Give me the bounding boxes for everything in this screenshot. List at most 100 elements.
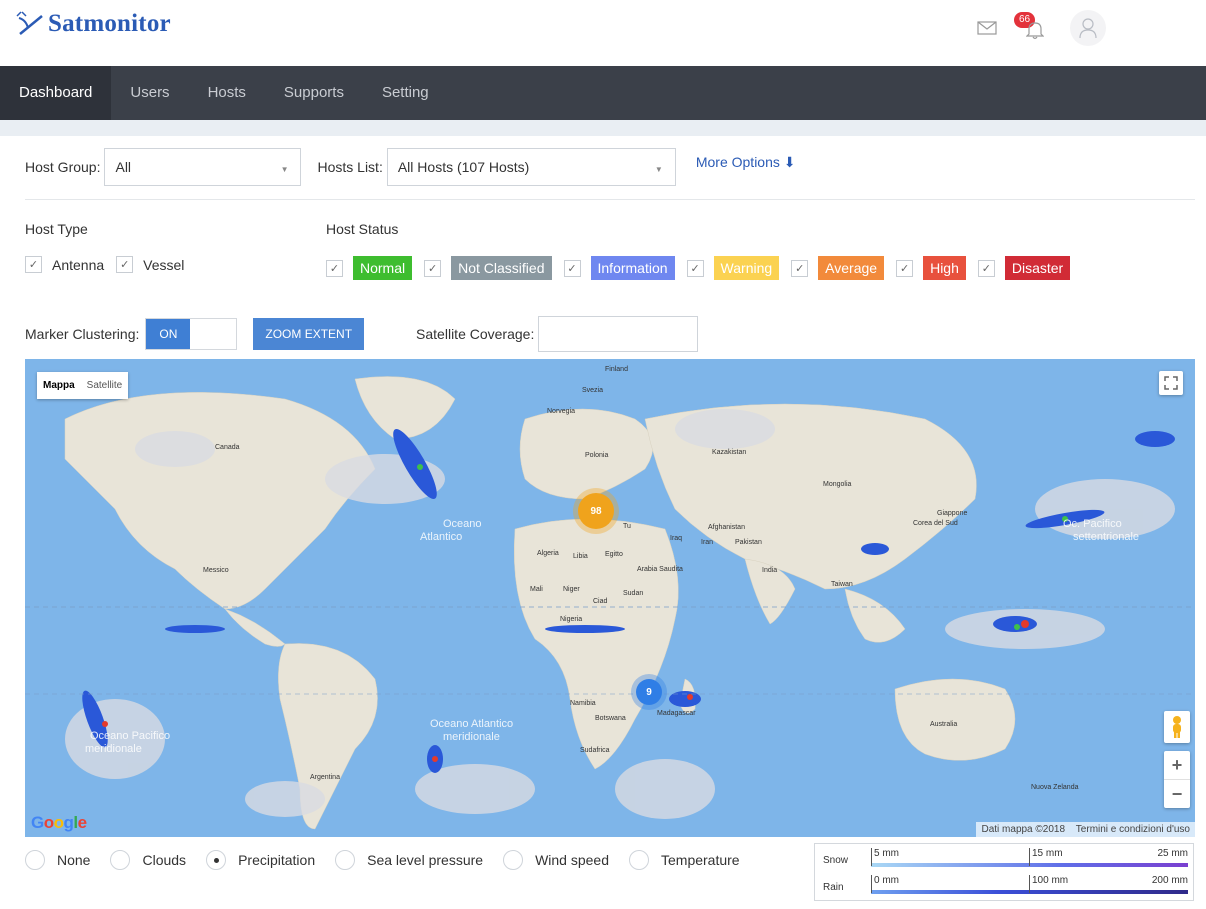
layer-pressure-label: Sea level pressure — [367, 852, 484, 868]
legend-snow-row: Snow 5 mm 15 mm 25 mm — [815, 846, 1195, 874]
layer-precipitation-option[interactable]: Precipitation — [206, 850, 315, 870]
marker-cluster-europe[interactable]: 98 — [578, 493, 614, 529]
hosts-list-select[interactable]: All Hosts (107 Hosts) ▼ — [386, 148, 676, 186]
host-group-label: Host Group: — [25, 159, 101, 175]
legend-rain-label: Rain — [823, 882, 844, 893]
mail-icon[interactable] — [976, 17, 998, 39]
status-badge-warning: Warning — [713, 256, 780, 280]
zoom-out-button[interactable]: − — [1164, 780, 1190, 808]
layer-pressure-option[interactable]: Sea level pressure — [335, 850, 483, 870]
map-label-niger: Niger — [563, 586, 580, 593]
map-data-credit: Dati mappa ©2018 — [981, 824, 1066, 835]
satellite-coverage-label: Satellite Coverage: — [416, 326, 535, 342]
map-label-afghanistan: Afghanistan — [708, 524, 745, 531]
disaster-checkbox[interactable]: ✓ — [977, 259, 995, 277]
vessel-label: Vessel — [143, 256, 185, 273]
map-label-svezia: Svezia — [582, 387, 603, 394]
nav-dashboard[interactable]: Dashboard — [0, 66, 112, 120]
layer-wind-label: Wind speed — [535, 852, 609, 868]
layer-clouds-option[interactable]: Clouds — [110, 850, 186, 870]
map-terms-link[interactable]: Termini e condizioni d'uso — [1076, 824, 1190, 835]
map-label-oceano: Oceano — [443, 518, 482, 530]
map-label-sudan: Sudan — [623, 590, 643, 597]
legend-snow-mid: 15 mm — [1032, 848, 1063, 859]
zoom-in-button[interactable]: + — [1164, 751, 1190, 779]
host-group-select[interactable]: All ▼ — [104, 148, 302, 186]
app-logo[interactable]: Satmonitor — [16, 10, 171, 38]
layer-none-option[interactable]: None — [25, 850, 90, 870]
map-label-pakistan: Pakistan — [735, 539, 762, 546]
street-view-pegman[interactable] — [1164, 711, 1190, 743]
marker-clustering-toggle[interactable]: ON — [145, 318, 238, 350]
layer-wind-option[interactable]: Wind speed — [503, 850, 609, 870]
map-label-pacifico: Oceano Pacifico — [90, 730, 170, 742]
satellite-coverage-input[interactable] — [538, 316, 699, 352]
map-label-meridionale2: meridionale — [443, 731, 500, 743]
zoom-control: + − — [1164, 751, 1190, 808]
zoom-extent-button[interactable]: ZOOM EXTENT — [253, 318, 365, 350]
fullscreen-button[interactable] — [1159, 371, 1183, 395]
legend-snow-max: 25 mm — [1157, 848, 1188, 859]
user-avatar[interactable] — [1070, 10, 1106, 46]
map-label-sudafrica: Sudafrica — [580, 747, 610, 754]
layer-precipitation-radio[interactable] — [206, 850, 227, 870]
layer-none-label: None — [57, 852, 91, 868]
bell-icon — [1026, 22, 1044, 40]
normal-checkbox[interactable]: ✓ — [326, 259, 343, 277]
hosts-list-value: All Hosts (107 Hosts) — [397, 159, 530, 175]
map-label-algeria: Algeria — [537, 550, 559, 557]
satellite-logo-icon — [16, 11, 43, 35]
vessel-checkbox[interactable]: ✓ — [116, 256, 134, 273]
map-label-messico: Messico — [203, 567, 229, 574]
google-logo: Google — [31, 813, 87, 832]
nav-supports[interactable]: Supports — [265, 66, 363, 120]
map-label-canada: Canada — [215, 444, 240, 451]
more-options-link[interactable]: More Options ⬇ — [696, 154, 796, 171]
map-label-ciad: Ciad — [593, 598, 608, 605]
antenna-checkbox[interactable]: ✓ — [25, 256, 42, 273]
legend-snow-label: Snow — [823, 855, 849, 866]
legend-rain-min: 0 mm — [874, 875, 899, 886]
layer-wind-radio[interactable] — [503, 850, 524, 870]
status-badge-normal: Normal — [353, 256, 413, 280]
map-label-namibia: Namibia — [570, 700, 596, 707]
map-controls-row: Marker Clustering: ON ZOOM EXTENT Satell… — [25, 316, 699, 352]
layer-clouds-radio[interactable] — [110, 850, 131, 870]
section-divider — [25, 199, 1195, 200]
map-label-libia: Libia — [573, 553, 588, 560]
not-classified-checkbox[interactable]: ✓ — [424, 259, 442, 277]
marker-cluster-africa[interactable]: 9 — [636, 679, 662, 705]
layer-pressure-radio[interactable] — [335, 850, 356, 870]
notifications-button[interactable]: 66 — [1014, 12, 1048, 44]
app-name: Satmonitor — [48, 10, 171, 37]
layer-temperature-radio[interactable] — [629, 850, 649, 870]
world-map[interactable]: Canada Messico Argentina Finland Svezia … — [25, 359, 1195, 837]
map-label-taiwan: Taiwan — [831, 581, 853, 588]
top-header: Satmonitor 66 — [0, 0, 1206, 66]
nav-hosts[interactable]: Hosts — [189, 66, 265, 120]
high-checkbox[interactable]: ✓ — [896, 259, 914, 277]
nav-users[interactable]: Users — [111, 66, 188, 120]
layer-none-radio[interactable] — [25, 850, 45, 870]
marker-clustering-label: Marker Clustering: — [25, 326, 140, 342]
map-label-atlantico: Atlantico — [420, 531, 462, 543]
map-label-polonia: Polonia — [585, 452, 608, 459]
map-label-india: India — [762, 567, 777, 574]
average-checkbox[interactable]: ✓ — [791, 259, 809, 277]
map-label-mongolia: Mongolia — [823, 481, 852, 488]
nav-divider-strip — [0, 120, 1206, 136]
map-type-map-button[interactable]: Mappa — [37, 372, 81, 399]
map-label-botswana: Botswana — [595, 715, 626, 722]
map-label-argentina: Argentina — [310, 774, 340, 781]
legend-rain-tick — [1029, 875, 1030, 893]
legend-rain-row: Rain 0 mm 100 mm 200 mm — [815, 873, 1195, 901]
map-type-satellite-button[interactable]: Satellite — [81, 372, 129, 399]
host-type-options: ✓ Antenna ✓ Vessel — [25, 256, 184, 273]
chevron-down-icon: ▼ — [280, 165, 289, 174]
information-checkbox[interactable]: ✓ — [563, 259, 581, 277]
nav-setting[interactable]: Setting — [363, 66, 448, 120]
legend-snow-tick — [871, 848, 872, 866]
layer-temperature-option[interactable]: Temperature — [629, 850, 740, 870]
main-nav: Dashboard Users Hosts Supports Setting — [0, 66, 1206, 120]
warning-checkbox[interactable]: ✓ — [686, 259, 704, 277]
